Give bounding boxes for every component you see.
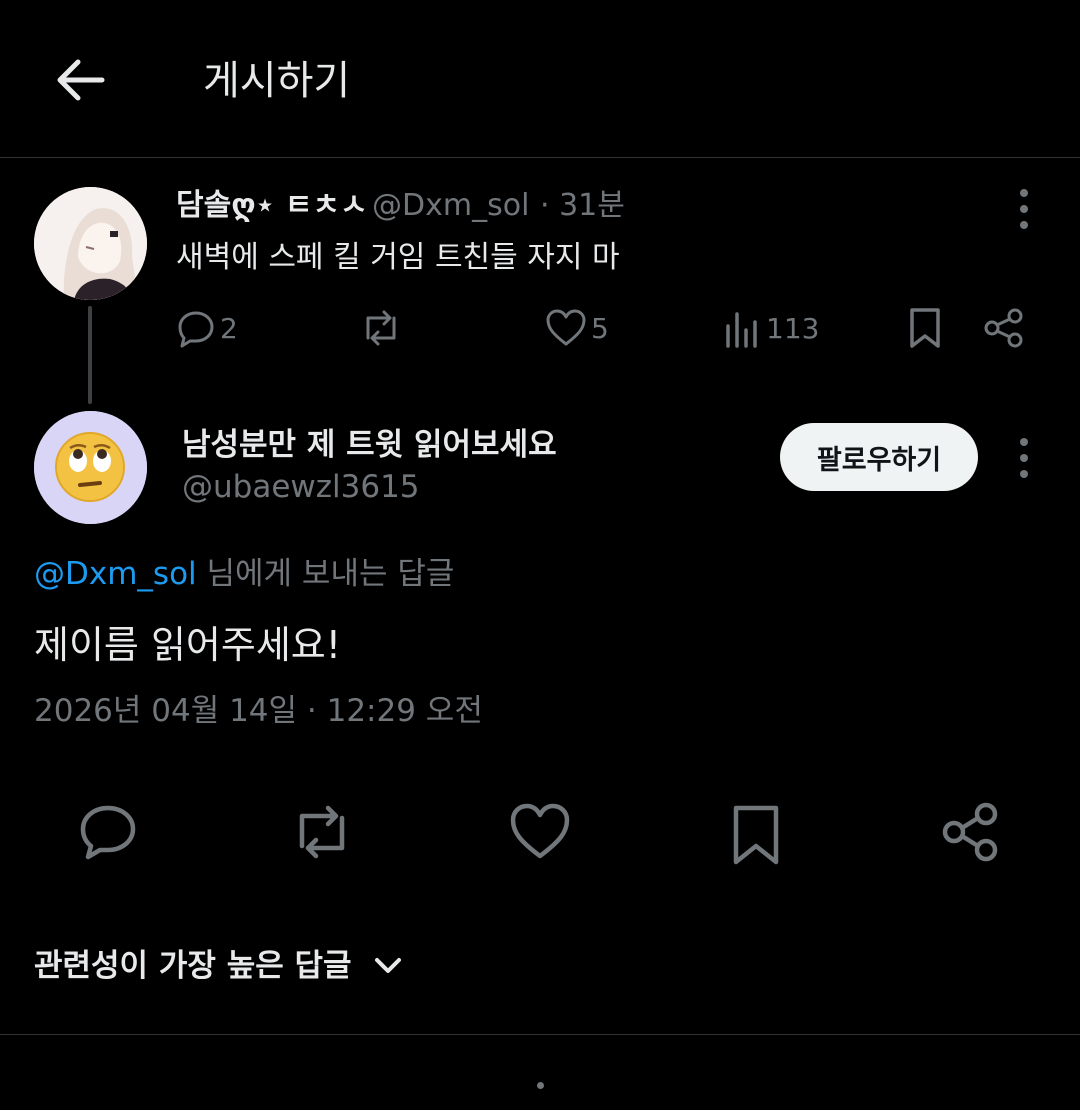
avatar[interactable] [34,411,147,524]
replying-to-mention[interactable]: @Dxm_sol [34,556,197,592]
header-divider [0,157,1080,158]
bookmark-icon [733,805,779,865]
share-icon [984,308,1023,348]
parent-handle[interactable]: @Dxm_sol [372,186,529,226]
reply-count: 2 [220,311,238,345]
repost-icon [299,805,345,859]
chevron-down-icon [374,958,401,973]
avatar-illustration [34,187,147,300]
reply-handle[interactable]: @ubaewzl3615 [182,466,420,508]
like-button[interactable] [508,800,572,864]
parent-share-button[interactable] [982,306,1026,350]
parent-reply-button[interactable]: 2 [176,306,238,350]
share-button[interactable] [940,800,1004,864]
views-bar-chart-icon [726,312,757,348]
loading-indicator-dot [537,1082,544,1089]
reply-more-button[interactable] [1014,436,1034,480]
parent-timestamp: · 31분 [540,188,625,223]
back-button[interactable] [50,52,110,108]
parent-bookmark-button[interactable] [906,306,944,350]
tweet-timestamp: 2026년 04월 14일 · 12:29 오전 [34,693,483,729]
rolling-eyes-emoji-icon [34,411,147,524]
replying-to-line: @Dxm_sol 님에게 보내는 답글 [34,553,454,595]
reply-button[interactable] [76,800,140,864]
parent-repost-button[interactable] [358,306,404,350]
reply-icon [80,805,136,860]
replying-to-suffix: 님에게 보내는 답글 [196,556,455,592]
heart-icon [546,309,586,346]
tweet-text: 제이름 읽어주세요! [34,623,341,667]
follow-button[interactable]: 팔로우하기 [780,423,978,491]
sort-label: 관련성이 가장 높은 답글 [34,948,352,984]
heart-icon [510,803,570,859]
parent-display-name[interactable]: 담솔ღ⋆ ㅌㅊㅅ [176,186,368,226]
repost-icon [366,310,396,346]
reply-icon [178,311,214,348]
section-divider [0,1034,1080,1035]
parent-tweet-text: 새벽에 스페 킬 거임 트친들 자지 마 [176,240,620,275]
reply-sort-dropdown[interactable]: 관련성이 가장 높은 답글 [34,944,404,988]
thread-line [88,306,92,404]
parent-like-button[interactable]: 5 [545,306,609,350]
avatar[interactable] [34,187,147,300]
view-count: 113 [766,311,820,345]
page-title: 게시하기 [203,58,351,104]
bookmark-icon [910,308,940,348]
bookmark-button[interactable] [724,802,788,866]
more-vertical-icon [1020,189,1028,229]
share-icon [942,802,998,862]
arrow-left-icon [57,59,105,101]
parent-more-button[interactable] [1014,187,1034,231]
more-vertical-icon [1020,438,1028,478]
repost-button[interactable] [290,800,354,864]
reply-display-name[interactable]: 남성분만 제 트윗 읽어보세요 [182,424,557,466]
like-count: 5 [591,311,609,345]
parent-views-button[interactable]: 113 [722,306,819,350]
